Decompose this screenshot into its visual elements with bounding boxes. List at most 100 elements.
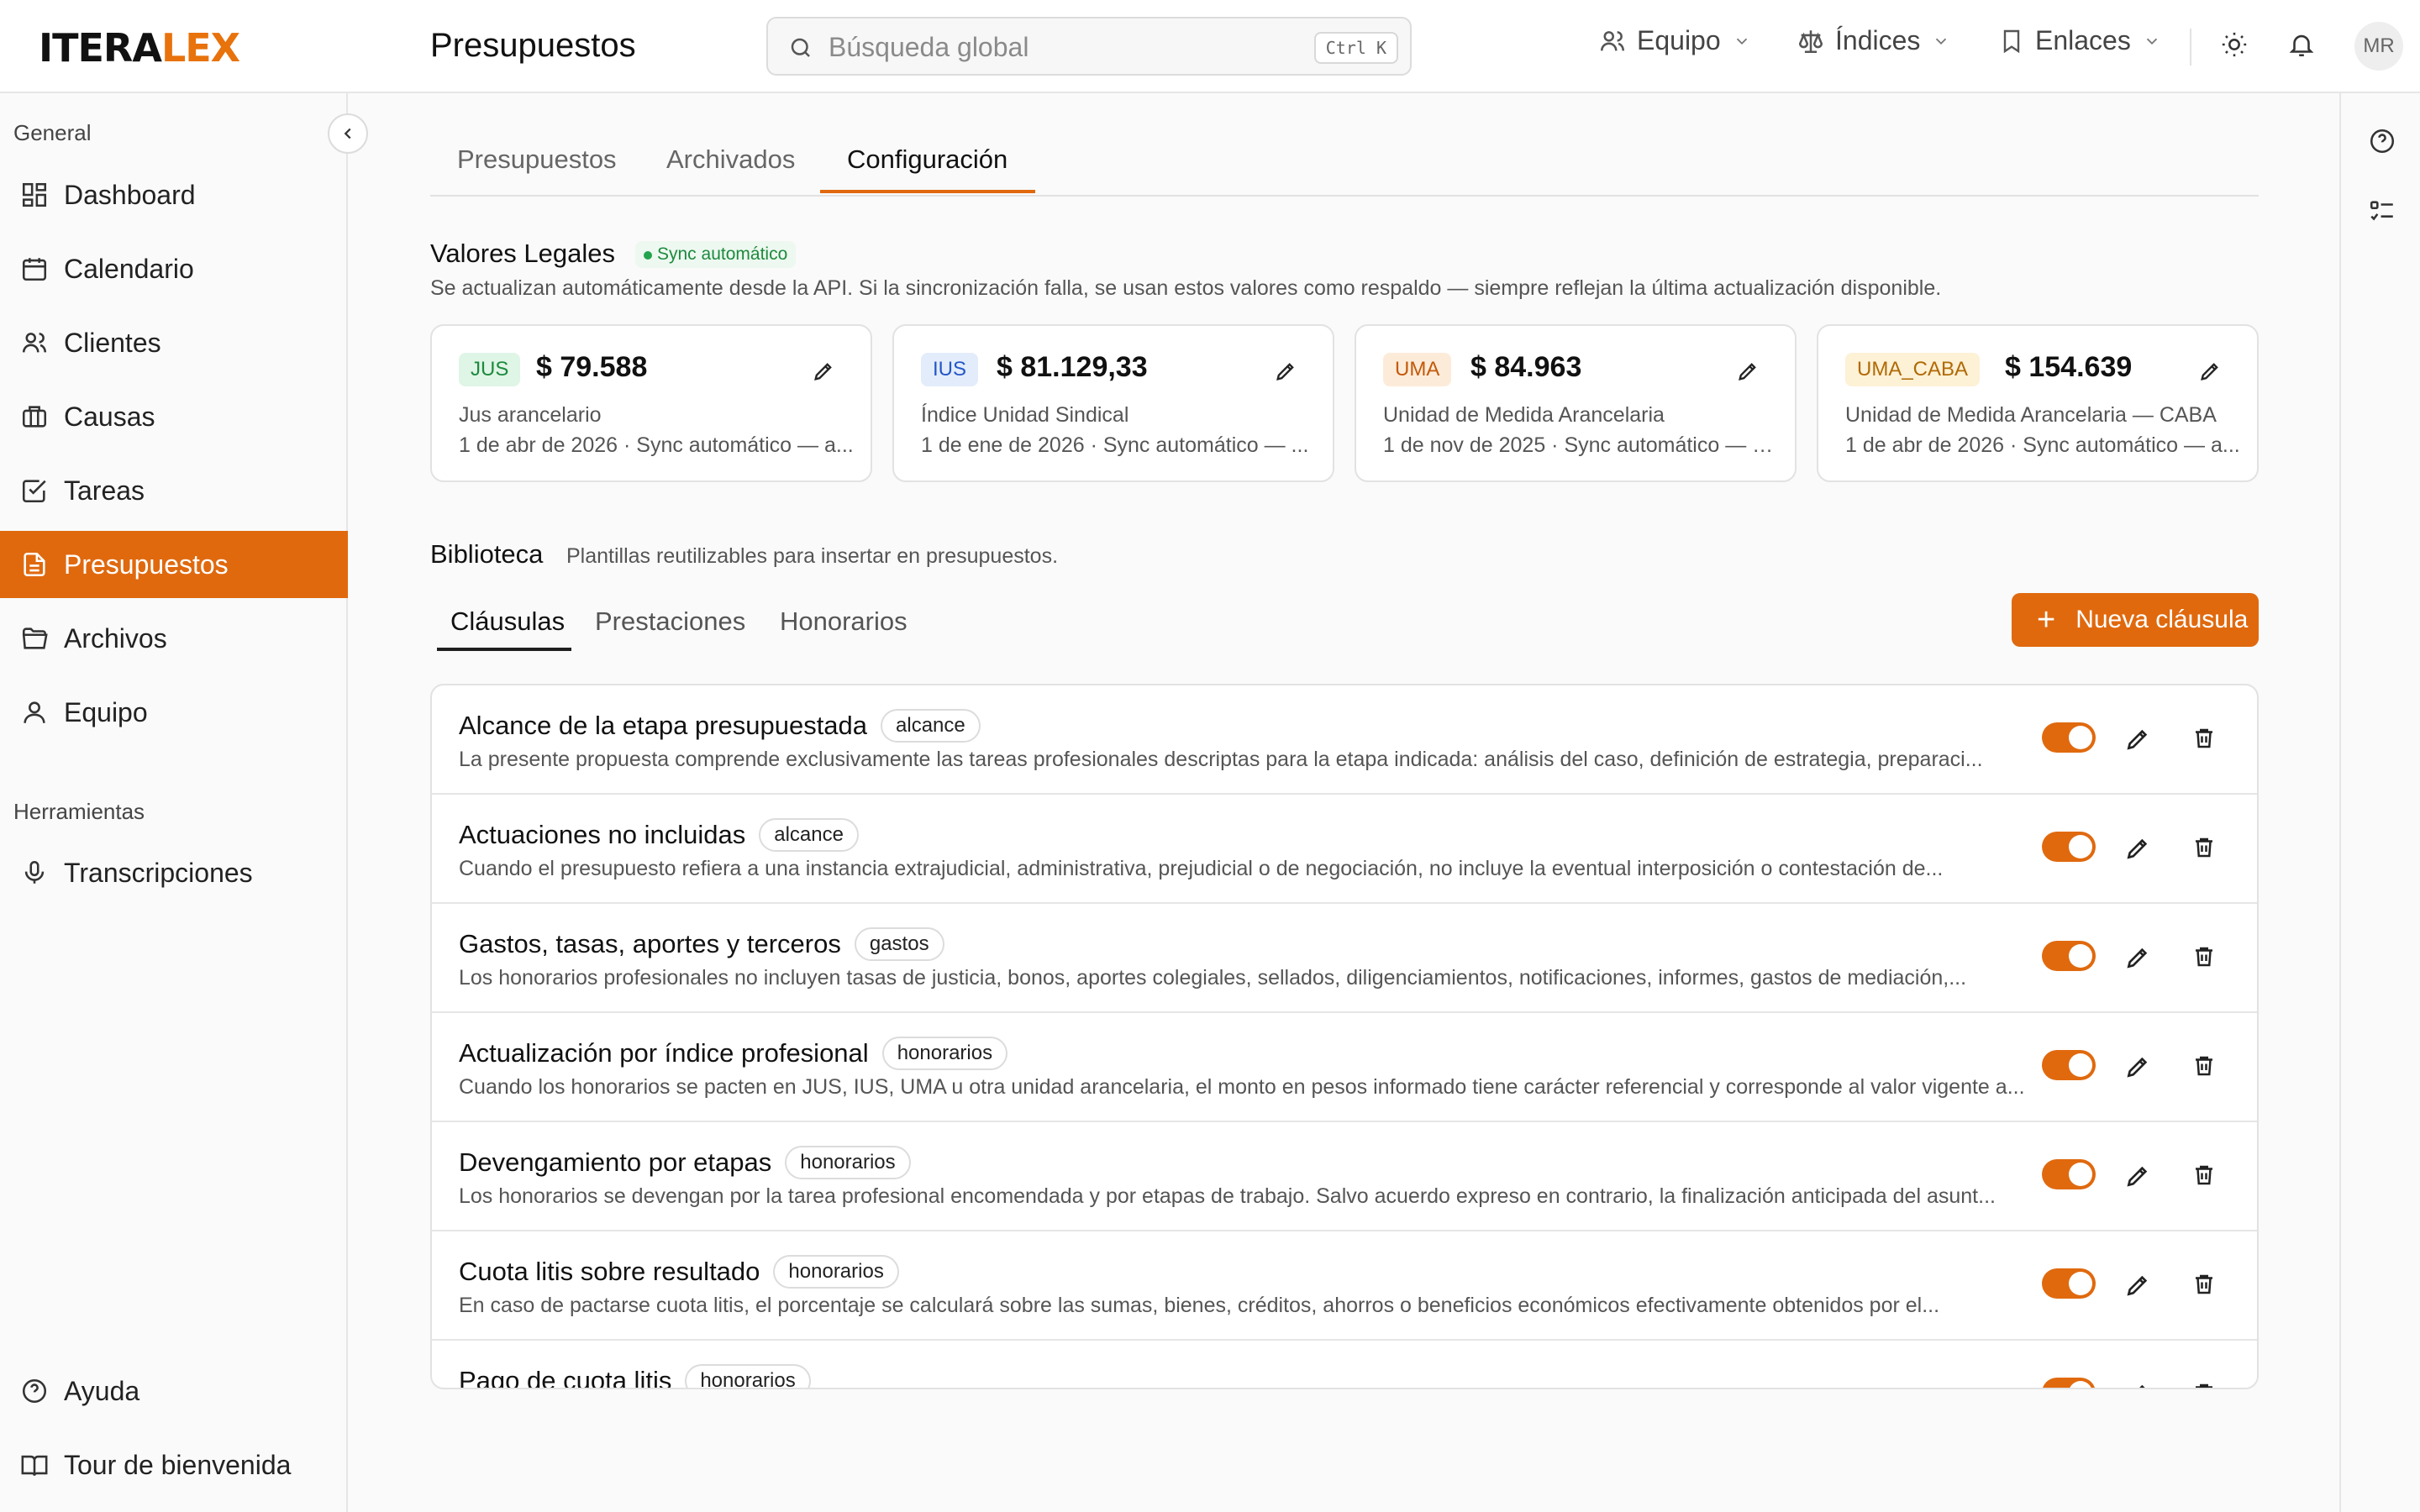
trash-icon[interactable] bbox=[2191, 1053, 2217, 1079]
pencil-icon[interactable] bbox=[2124, 1163, 2151, 1189]
clause-toggle[interactable] bbox=[2042, 1159, 2096, 1189]
sync-status-badge: Sync automático bbox=[635, 241, 797, 268]
top-bar: ITERALEX Presupuestos Ctrl K Equipo Índi… bbox=[0, 0, 2420, 93]
microphone-icon bbox=[24, 860, 45, 884]
page-title: Presupuestos bbox=[430, 27, 636, 64]
pencil-icon[interactable] bbox=[1274, 360, 1297, 383]
sidebar-item-tour[interactable]: Tour de bienvenida bbox=[0, 1431, 348, 1499]
clause-title: Actualización por índice profesional bbox=[459, 1038, 869, 1068]
value-name: Índice Unidad Sindical bbox=[921, 403, 1129, 427]
trash-icon[interactable] bbox=[2191, 1381, 2217, 1389]
sun-icon[interactable] bbox=[2220, 30, 2249, 59]
sidebar-item-label: Ayuda bbox=[64, 1375, 140, 1406]
tab-configuracion[interactable]: Configuración bbox=[847, 144, 1007, 175]
clause-toggle[interactable] bbox=[2042, 1268, 2096, 1299]
chevron-down-icon bbox=[2146, 38, 2157, 45]
tab-presupuestos[interactable]: Presupuestos bbox=[457, 144, 617, 175]
users-icon bbox=[1600, 30, 1625, 50]
legal-values-title: Valores Legales bbox=[430, 239, 616, 268]
pencil-icon[interactable] bbox=[2124, 835, 2151, 862]
folder-icon bbox=[22, 627, 48, 649]
checklist-icon[interactable] bbox=[2368, 197, 2396, 226]
user-icon bbox=[24, 701, 45, 723]
app-logo[interactable]: ITERALEX bbox=[39, 25, 240, 71]
new-clause-button[interactable]: + Nueva cláusula bbox=[2012, 593, 2259, 647]
list-item[interactable]: Gastos, tasas, aportes y terceros gastos … bbox=[432, 904, 2257, 1013]
clause-tag: honorarios bbox=[881, 1037, 1008, 1070]
sidebar: General Dashboard Calendario Clientes Ca… bbox=[0, 93, 348, 1512]
pencil-icon[interactable] bbox=[812, 360, 835, 383]
pencil-icon[interactable] bbox=[2124, 1053, 2151, 1080]
pencil-icon[interactable] bbox=[2124, 944, 2151, 971]
trash-icon[interactable] bbox=[2191, 944, 2217, 969]
trash-icon[interactable] bbox=[2191, 1272, 2217, 1297]
bell-icon[interactable] bbox=[2287, 30, 2316, 59]
sidebar-item-calendario[interactable]: Calendario bbox=[0, 235, 348, 302]
clause-description: Los honorarios profesionales no incluyen… bbox=[459, 966, 1967, 990]
clause-toggle[interactable] bbox=[2042, 1050, 2096, 1080]
search-input[interactable] bbox=[829, 30, 1299, 64]
clause-toggle[interactable] bbox=[2042, 722, 2096, 753]
new-clause-label: Nueva cláusula bbox=[2075, 606, 2249, 633]
legal-value-card-jus: JUS $ 79.588 Jus arancelario 1 de abr de… bbox=[430, 324, 872, 482]
trash-icon[interactable] bbox=[2191, 835, 2217, 860]
sidebar-item-label: Dashboard bbox=[64, 179, 196, 210]
avatar[interactable]: MR bbox=[2354, 22, 2403, 71]
value-amount: $ 84.963 bbox=[1470, 351, 1582, 383]
legal-values-description: Se actualizan automáticamente desde la A… bbox=[430, 276, 1942, 300]
global-search[interactable]: Ctrl K bbox=[766, 17, 1412, 76]
list-item[interactable]: Devengamiento por etapas honorarios Los h… bbox=[432, 1122, 2257, 1231]
dashboard-icon bbox=[22, 182, 47, 207]
clause-title: Cuota litis sobre resultado bbox=[459, 1257, 760, 1286]
list-item[interactable]: Pago de cuota litis honorarios bbox=[432, 1341, 2257, 1389]
pencil-icon[interactable] bbox=[2124, 726, 2151, 753]
sidebar-item-archivos[interactable]: Archivos bbox=[0, 605, 348, 672]
sidebar-item-causas[interactable]: Causas bbox=[0, 383, 348, 450]
sidebar-item-transcripciones[interactable]: Transcripciones bbox=[0, 839, 348, 906]
sidebar-item-label: Causas bbox=[64, 401, 155, 432]
legal-value-card-uma-caba: UMA_CABA $ 154.639 Unidad de Medida Aran… bbox=[1817, 324, 2259, 482]
sidebar-item-ayuda[interactable]: Ayuda bbox=[0, 1357, 348, 1425]
pencil-icon[interactable] bbox=[2124, 1381, 2151, 1389]
value-code-badge: UMA bbox=[1383, 353, 1452, 386]
indices-menu-label: Índices bbox=[1835, 25, 1921, 55]
sidebar-item-equipo[interactable]: Equipo bbox=[0, 679, 348, 746]
sidebar-item-label: Archivos bbox=[64, 622, 167, 654]
list-item[interactable]: Actuaciones no incluidas alcance Cuando e… bbox=[432, 795, 2257, 904]
clause-toggle[interactable] bbox=[2042, 832, 2096, 862]
tab-archivados[interactable]: Archivados bbox=[666, 144, 795, 175]
subtab-clausulas[interactable]: Cláusulas bbox=[450, 606, 565, 637]
sidebar-section-general: General bbox=[13, 120, 92, 145]
topbar-divider bbox=[2190, 29, 2191, 66]
list-item[interactable]: Actualización por índice profesional hono… bbox=[432, 1013, 2257, 1122]
pencil-icon[interactable] bbox=[2124, 1272, 2151, 1299]
subtab-prestaciones[interactable]: Prestaciones bbox=[595, 606, 745, 637]
sidebar-collapse-button[interactable] bbox=[328, 113, 368, 154]
legal-value-card-ius: IUS $ 81.129,33 Índice Unidad Sindical 1… bbox=[892, 324, 1334, 482]
pencil-icon[interactable] bbox=[2198, 360, 2222, 383]
briefcase-icon bbox=[22, 406, 47, 428]
sidebar-item-tareas[interactable]: Tareas bbox=[0, 457, 348, 524]
sidebar-item-label: Presupuestos bbox=[64, 549, 229, 580]
clause-tag: alcance bbox=[881, 709, 981, 743]
sidebar-item-presupuestos[interactable]: Presupuestos bbox=[0, 531, 348, 598]
sidebar-item-label: Transcripciones bbox=[64, 857, 253, 888]
indices-menu[interactable]: Índices bbox=[1797, 25, 1950, 56]
list-item[interactable]: Cuota litis sobre resultado honorarios En… bbox=[432, 1231, 2257, 1341]
list-item[interactable]: Alcance de la etapa presupuestada alcance… bbox=[432, 685, 2257, 795]
trash-icon[interactable] bbox=[2191, 1163, 2217, 1188]
clause-description: Los honorarios se devengan por la tarea … bbox=[459, 1184, 1996, 1208]
pencil-icon[interactable] bbox=[1736, 360, 1760, 383]
clause-toggle[interactable] bbox=[2042, 941, 2096, 971]
active-subtab-indicator bbox=[437, 648, 571, 651]
subtab-honorarios[interactable]: Honorarios bbox=[780, 606, 908, 637]
value-meta: 1 de nov de 2025 · Sync automático — a..… bbox=[1383, 433, 1778, 457]
sidebar-item-clientes[interactable]: Clientes bbox=[0, 309, 348, 376]
team-menu[interactable]: Equipo bbox=[1598, 25, 1751, 56]
clause-toggle[interactable] bbox=[2042, 1378, 2096, 1388]
sidebar-item-dashboard[interactable]: Dashboard bbox=[0, 161, 348, 228]
trash-icon[interactable] bbox=[2191, 726, 2217, 751]
links-menu[interactable]: Enlaces bbox=[1998, 25, 2161, 56]
help-icon[interactable] bbox=[2368, 127, 2396, 155]
bookmark-icon bbox=[2003, 29, 2020, 53]
